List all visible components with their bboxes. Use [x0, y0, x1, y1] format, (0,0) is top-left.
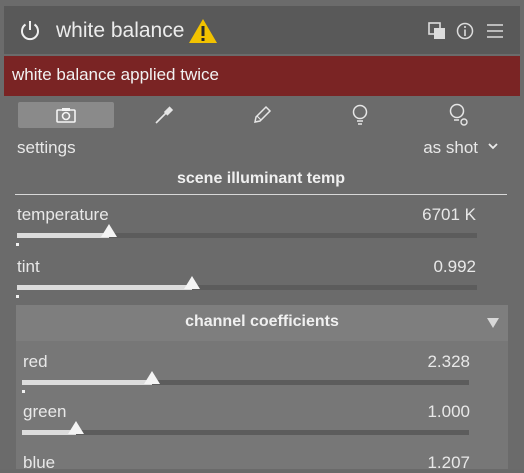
green-value[interactable]: 1.000: [427, 402, 470, 422]
menu-icon[interactable]: [486, 22, 504, 40]
tint-slider[interactable]: [17, 276, 477, 290]
presets-icon[interactable]: [428, 22, 446, 40]
settings-label: settings: [17, 138, 76, 157]
tab-camera[interactable]: [18, 102, 114, 128]
temperature-label: temperature: [17, 205, 109, 224]
tab-camera-reference[interactable]: [312, 102, 408, 128]
green-slider[interactable]: [22, 421, 469, 435]
channel-coefficients-panel: channel coefficients red 2.328 green 1.0…: [16, 305, 508, 472]
red-label: red: [23, 352, 48, 371]
temperature-slider-fill: [17, 233, 109, 238]
channel-coefficients-title: channel coefficients: [185, 313, 339, 330]
temperature-default-marker: [16, 243, 19, 246]
camera-icon: [56, 108, 76, 123]
tab-user-modified[interactable]: [214, 102, 310, 128]
info-icon[interactable]: [456, 22, 474, 40]
temperature-slider[interactable]: [17, 224, 477, 238]
temperature-slider-thumb[interactable]: [101, 224, 117, 237]
green-label: green: [23, 402, 67, 421]
channel-coefficients-header[interactable]: channel coefficients: [16, 305, 508, 341]
collapse-triangle-icon[interactable]: [486, 317, 500, 329]
tint-value[interactable]: 0.992: [433, 257, 476, 277]
green-slider-thumb[interactable]: [67, 421, 84, 434]
bulb-icon: [352, 104, 368, 125]
warning-icon: [189, 19, 217, 43]
power-icon[interactable]: [18, 18, 42, 42]
red-slider-thumb[interactable]: [143, 371, 160, 384]
pencil-icon: [254, 105, 272, 123]
blue-label: blue: [23, 453, 56, 472]
tab-illuminant-settings[interactable]: [410, 102, 506, 128]
white-balance-module: white balance white balance applied twic…: [0, 0, 524, 472]
chevron-down-icon[interactable]: [486, 139, 500, 153]
section-scene-illuminant: scene illuminant temp: [15, 170, 507, 195]
warning-banner: white balance applied twice: [4, 56, 520, 96]
blue-value[interactable]: 1.207: [427, 453, 470, 473]
module-title: white balance: [56, 19, 185, 42]
settings-dropdown[interactable]: as shot: [423, 138, 478, 158]
tint-slider-fill: [17, 285, 192, 290]
warning-text: white balance applied twice: [12, 65, 219, 84]
tint-slider-thumb[interactable]: [183, 276, 200, 289]
temperature-value[interactable]: 6701 K: [422, 205, 476, 225]
tint-label: tint: [17, 257, 40, 276]
eyedropper-icon: [155, 106, 174, 124]
module-header[interactable]: white balance: [4, 6, 520, 54]
red-slider[interactable]: [22, 371, 469, 385]
bulb-settings-icon: [449, 103, 468, 126]
tint-default-marker: [16, 295, 19, 298]
tab-eyedropper[interactable]: [116, 102, 212, 128]
red-value[interactable]: 2.328: [427, 352, 470, 372]
red-default-marker: [22, 390, 25, 393]
mode-tabs: [0, 100, 524, 130]
red-slider-fill: [22, 380, 152, 385]
